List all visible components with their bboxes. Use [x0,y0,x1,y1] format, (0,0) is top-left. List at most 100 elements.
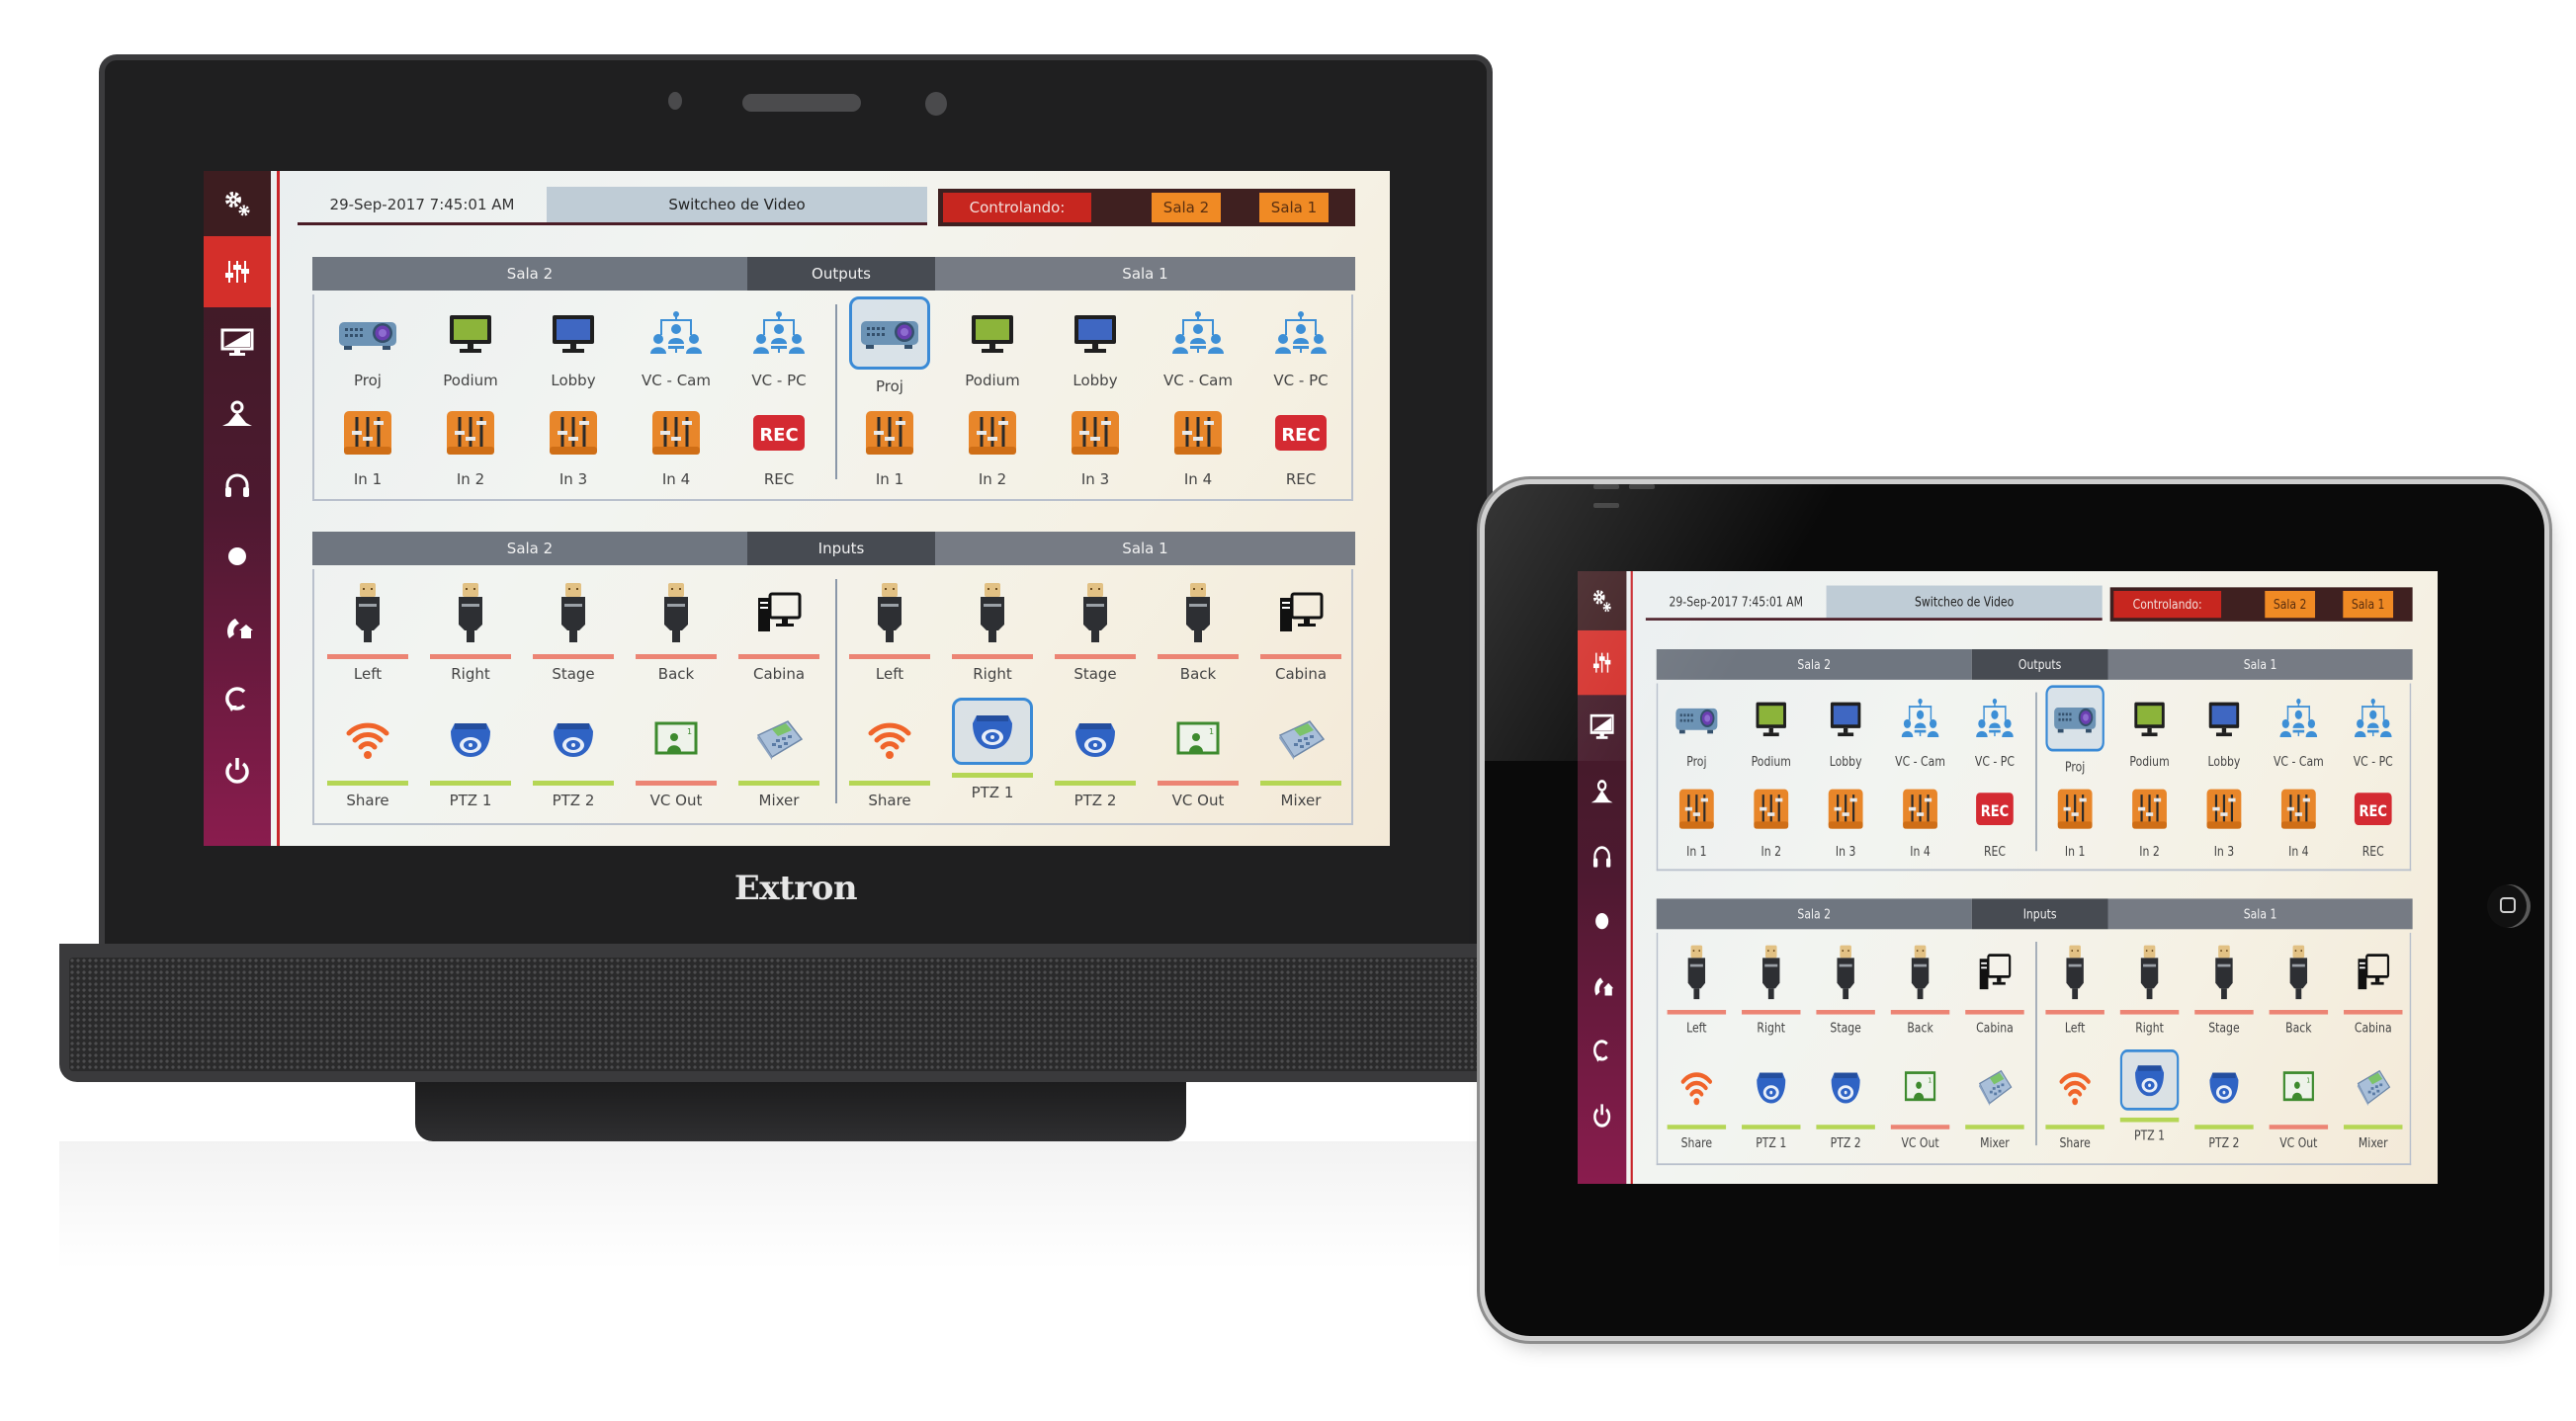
output-audio-tile[interactable]: In 4 [625,397,728,496]
input-source-tile[interactable]: Back [1883,937,1957,1051]
output-display-tile[interactable]: VC - PC [2336,687,2410,777]
input-source-tile[interactable]: Left [1660,937,1734,1051]
sidebar-item-phone-home[interactable] [204,592,271,663]
input-source-tile[interactable]: PTZ 2 [1044,700,1147,826]
sidebar-item-refresh[interactable] [1578,1018,1626,1082]
sidebar-item-power[interactable] [204,734,271,805]
input-source-tile[interactable]: Share [1660,1051,1734,1166]
input-source-tile[interactable]: Share [2037,1051,2111,1166]
output-audio-tile[interactable]: REC REC [1249,397,1352,496]
output-display-tile[interactable]: VC - PC [1249,298,1352,397]
input-source-tile[interactable]: Back [2262,937,2336,1051]
input-source-tile[interactable]: Right [941,573,1044,700]
input-source-tile[interactable]: 1 VC Out [1883,1051,1957,1166]
sidebar-item-headphones[interactable] [1578,824,1626,888]
input-source-tile[interactable]: PTZ 1 [941,698,1044,826]
sidebar-item-headphones[interactable] [204,450,271,521]
output-audio-tile[interactable]: In 3 [2187,777,2261,867]
camera-lens [925,92,947,116]
input-source-tile[interactable]: Cabina [2336,937,2410,1051]
output-audio-tile[interactable]: In 1 [838,397,941,496]
input-source-tile[interactable]: Stage [1808,937,1882,1051]
input-source-tile[interactable]: Mixer [1249,700,1352,826]
input-source-tile[interactable]: Left [2037,937,2111,1051]
output-display-tile[interactable]: Podium [941,298,1044,397]
output-display-tile[interactable]: Lobby [522,298,625,397]
output-display-tile[interactable]: Podium [419,298,522,397]
input-source-tile[interactable]: Back [625,573,728,700]
output-display-tile[interactable]: VC - Cam [1147,298,1249,397]
room-button-sala-1[interactable]: Sala 1 [2343,590,2394,619]
input-source-label: Right [1757,1020,1786,1037]
input-source-tile[interactable]: Left [316,573,419,700]
output-display-tile[interactable]: Proj [2037,685,2111,777]
output-display-tile[interactable]: VC - PC [728,298,830,397]
output-audio-tile[interactable]: In 4 [1883,777,1957,867]
input-source-tile[interactable]: Cabina [728,573,830,700]
input-source-tile[interactable]: Right [1734,937,1808,1051]
input-source-tile[interactable]: PTZ 2 [2187,1051,2261,1166]
output-display-tile[interactable]: Lobby [1044,298,1147,397]
output-audio-tile[interactable]: REC REC [2336,777,2410,867]
input-source-tile[interactable]: Mixer [1957,1051,2031,1166]
output-display-tile[interactable]: VC - PC [1957,687,2031,777]
input-source-tile[interactable]: Stage [2187,937,2261,1051]
input-source-tile[interactable]: PTZ 2 [1808,1051,1882,1166]
input-source-tile[interactable]: Mixer [728,700,830,826]
input-source-tile[interactable]: Right [419,573,522,700]
input-source-tile[interactable]: Cabina [1249,573,1352,700]
signal-status-bar [952,773,1033,778]
output-display-tile[interactable]: Podium [2112,687,2187,777]
output-audio-tile[interactable]: In 2 [941,397,1044,496]
sidebar-item-gears[interactable] [204,171,271,236]
room-button-sala-2[interactable]: Sala 2 [1152,193,1221,222]
input-source-tile[interactable]: Left [838,573,941,700]
sidebar-item-sliders[interactable] [204,236,271,307]
output-audio-tile[interactable]: In 2 [1734,777,1808,867]
output-audio-tile[interactable]: In 1 [2037,777,2111,867]
room-button-sala-1[interactable]: Sala 1 [1259,193,1329,222]
input-source-tile[interactable]: Right [2112,937,2187,1051]
output-audio-tile[interactable]: REC REC [728,397,830,496]
sidebar-item-display[interactable] [204,307,271,378]
sidebar-item-phone-home[interactable] [1578,954,1626,1018]
sidebar-item-refresh[interactable] [204,663,271,734]
output-display-tile[interactable]: VC - Cam [2262,687,2336,777]
input-source-tile[interactable]: PTZ 1 [419,700,522,826]
input-source-tile[interactable]: Share [838,700,941,826]
input-source-tile[interactable]: PTZ 1 [1734,1051,1808,1166]
input-source-tile[interactable]: PTZ 1 [2112,1048,2187,1166]
output-display-tile[interactable]: Proj [316,298,419,397]
input-source-tile[interactable]: Stage [1044,573,1147,700]
sidebar-item-presenter[interactable] [204,378,271,450]
output-audio-tile[interactable]: In 3 [522,397,625,496]
output-audio-tile[interactable]: In 4 [2262,777,2336,867]
output-audio-tile[interactable]: In 1 [316,397,419,496]
output-audio-tile[interactable]: In 2 [2112,777,2187,867]
sidebar-item-record-dot[interactable] [1578,888,1626,953]
output-display-tile[interactable]: Lobby [2187,687,2261,777]
input-source-tile[interactable]: Mixer [2336,1051,2410,1166]
output-audio-tile[interactable]: In 3 [1044,397,1147,496]
input-source-tile[interactable]: Cabina [1957,937,2031,1051]
input-source-tile[interactable]: Back [1147,573,1249,700]
output-audio-label: In 2 [456,470,485,488]
output-audio-tile[interactable]: In 3 [1808,777,1882,867]
output-audio-tile[interactable]: In 2 [419,397,522,496]
home-button[interactable] [2487,884,2531,928]
input-source-tile[interactable]: Stage [522,573,625,700]
input-source-tile[interactable]: 1 VC Out [625,700,728,826]
input-source-tile[interactable]: 1 VC Out [1147,700,1249,826]
input-source-tile[interactable]: PTZ 2 [522,700,625,826]
output-display-tile[interactable]: VC - Cam [625,298,728,397]
output-display-tile[interactable]: Proj [838,296,941,397]
input-source-tile[interactable]: Share [316,700,419,826]
output-audio-tile[interactable]: REC REC [1957,777,2031,867]
input-source-tile[interactable]: 1 VC Out [2262,1051,2336,1166]
sidebar-item-power[interactable] [1578,1083,1626,1147]
output-audio-tile[interactable]: In 4 [1147,397,1249,496]
room-button-sala-2[interactable]: Sala 2 [2265,590,2316,619]
sidebar-item-record-dot[interactable] [204,521,271,592]
sidebar-item-presenter[interactable] [1578,760,1626,824]
output-audio-tile[interactable]: In 1 [1660,777,1734,867]
